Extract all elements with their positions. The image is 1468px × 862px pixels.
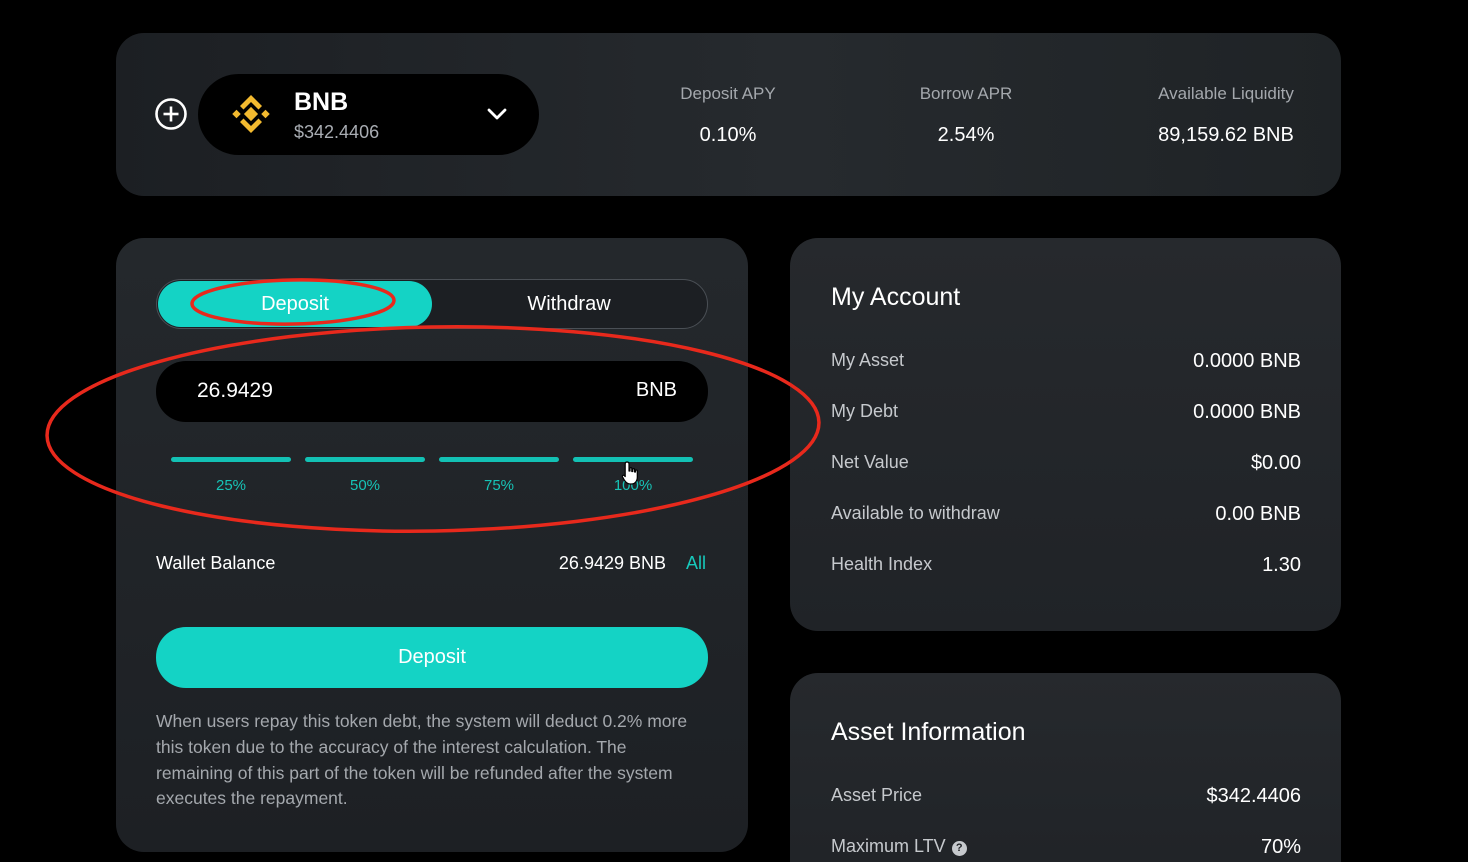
- asset-price-value: $342.4406: [1206, 785, 1301, 807]
- bnb-logo-icon: [232, 95, 270, 133]
- my-debt-label: My Debt: [831, 401, 899, 421]
- wallet-balance-value: 26.9429 BNB: [558, 553, 666, 573]
- asset-price-label: Asset Price: [831, 785, 923, 805]
- maximum-ltv-text: Maximum LTV: [831, 836, 946, 856]
- net-value-label: Net Value: [831, 452, 909, 472]
- use-all-balance-link[interactable]: All: [686, 553, 706, 574]
- maximum-ltv-value: 70%: [1260, 836, 1301, 858]
- available-to-withdraw-label: Available to withdraw: [831, 503, 1000, 523]
- available-liquidity-label: Available Liquidity: [1158, 84, 1294, 103]
- deposit-apy-value: 0.10%: [699, 124, 757, 146]
- net-value-value: $0.00: [1250, 452, 1301, 474]
- asset-information-card: [790, 673, 1341, 862]
- page: BNB $342.4406 Deposit APY 0.10% Borrow A…: [0, 0, 1468, 862]
- deposit-button[interactable]: Deposit: [156, 627, 708, 688]
- repayment-notice: When users repay this token debt, the sy…: [156, 711, 688, 809]
- borrow-apr-label: Borrow APR: [919, 84, 1013, 103]
- borrow-apr-value: 2.54%: [937, 124, 995, 146]
- hand-pointer-icon: [621, 461, 638, 485]
- health-index-value: 1.30: [1262, 554, 1301, 576]
- percent-75-button[interactable]: 75%: [439, 457, 559, 494]
- amount-value[interactable]: 26.9429: [197, 379, 273, 403]
- borrow-apr-stat: Borrow APR 2.54%: [886, 84, 1046, 147]
- chevron-down-icon[interactable]: [485, 104, 509, 124]
- tab-withdraw[interactable]: Withdraw: [432, 281, 706, 327]
- question-circle-icon[interactable]: ?: [951, 841, 967, 856]
- add-asset-icon[interactable]: [154, 97, 188, 131]
- deposit-apy-stat: Deposit APY 0.10%: [648, 84, 808, 147]
- percent-label: 50%: [349, 477, 381, 494]
- my-debt-value: 0.0000 BNB: [1193, 401, 1301, 423]
- my-asset-value: 0.0000 BNB: [1193, 350, 1301, 372]
- percent-label: 75%: [483, 477, 515, 494]
- percent-bar: [439, 457, 559, 462]
- amount-unit: BNB: [635, 379, 677, 401]
- asset-price: $342.4406: [294, 122, 380, 142]
- available-to-withdraw-value: 0.00 BNB: [1215, 503, 1301, 525]
- health-index-label: Health Index: [831, 554, 933, 574]
- percent-bar: [305, 457, 425, 462]
- available-liquidity-value: 89,159.62 BNB: [1158, 124, 1294, 146]
- available-liquidity-stat: Available Liquidity 89,159.62 BNB: [1130, 84, 1322, 147]
- asset-information-title: Asset Information: [831, 718, 1026, 746]
- tab-deposit[interactable]: Deposit: [158, 281, 432, 327]
- asset-symbol: BNB: [294, 88, 349, 116]
- deposit-apy-label: Deposit APY: [680, 84, 776, 103]
- my-account-title: My Account: [831, 283, 961, 311]
- wallet-balance-label: Wallet Balance: [156, 553, 276, 573]
- my-asset-label: My Asset: [831, 350, 905, 370]
- percent-25-button[interactable]: 25%: [171, 457, 291, 494]
- percent-bar: [171, 457, 291, 462]
- percent-label: 25%: [215, 477, 247, 494]
- percent-50-button[interactable]: 50%: [305, 457, 425, 494]
- maximum-ltv-label: Maximum LTV?: [831, 836, 967, 857]
